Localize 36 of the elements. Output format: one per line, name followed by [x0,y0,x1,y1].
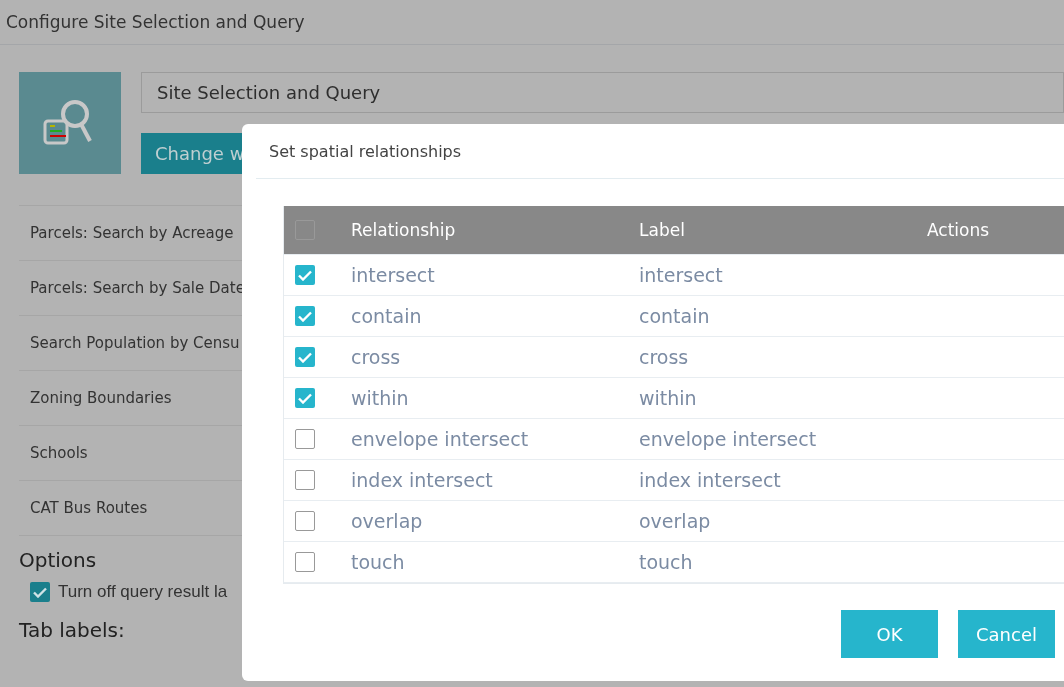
checkbox[interactable] [295,388,315,408]
ok-button[interactable]: OK [841,610,938,658]
table-cell-text: envelope intersect [639,428,818,450]
table-cell-text: within [639,387,698,409]
column-header: Label [639,220,686,240]
table-cell-text: within [351,387,410,409]
checkbox[interactable] [295,429,315,449]
table-cell-text: overlap [351,510,424,532]
checkbox[interactable] [295,470,315,490]
table-cell-text: cross [351,346,402,368]
table-cell-text: intersect [351,264,436,286]
checkbox[interactable] [295,306,315,326]
window-title: Configure Site Selection and Query [6,12,305,32]
checkbox[interactable] [30,582,50,602]
table-cell-text: touch [639,551,694,573]
table-cell-text: touch [351,551,406,573]
checkbox-label: Turn off query result la [58,582,228,602]
tab-labels-heading: Tab labels: [19,618,125,642]
column-header: Actions [927,220,991,240]
table-cell-text: index intersect [639,469,782,491]
table-cell-text: index intersect [351,469,494,491]
checkbox[interactable] [295,552,315,572]
table-cell-text: envelope intersect [351,428,530,450]
widget-icon-tile[interactable] [19,72,121,174]
options-heading: Options [19,548,97,572]
table-cell-text: cross [639,346,690,368]
cancel-button[interactable]: Cancel [958,610,1055,658]
table-cell-text: intersect [639,264,724,286]
table-cell-text: overlap [639,510,712,532]
widget-name-field[interactable]: Site Selection and Query [141,72,1064,113]
checkbox[interactable] [295,511,315,531]
column-header: Relationship [351,220,457,240]
table-cell-text: contain [639,305,711,327]
table-cell-text: contain [351,305,423,327]
checkbox[interactable] [295,347,315,367]
checkbox[interactable] [295,265,315,285]
